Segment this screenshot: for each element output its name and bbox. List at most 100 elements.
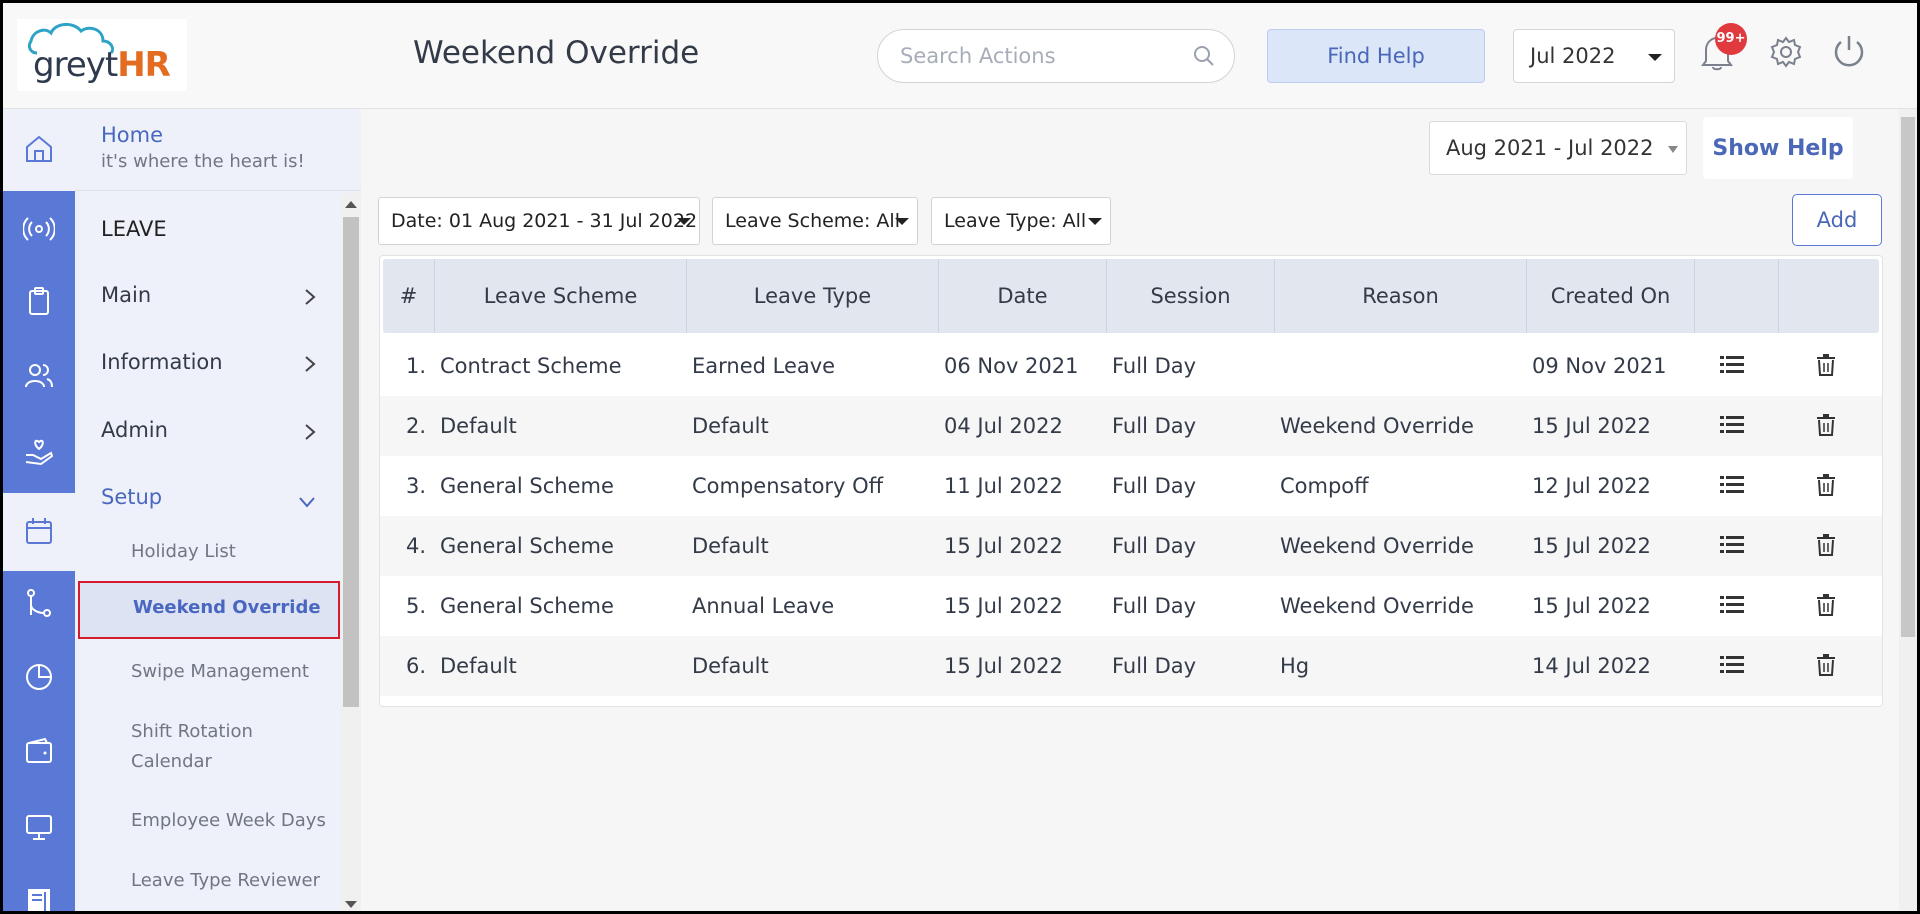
cell-leave-type: Default xyxy=(692,654,769,678)
cell-created-on: 15 Jul 2022 xyxy=(1532,534,1651,558)
clipboard-icon[interactable] xyxy=(23,285,55,317)
cell-date: 15 Jul 2022 xyxy=(944,534,1063,558)
column-header-delete xyxy=(1779,259,1879,333)
add-button[interactable]: Add xyxy=(1792,194,1882,246)
home-subtitle: it's where the heart is! xyxy=(101,151,305,172)
column-header-leave-type[interactable]: Leave Type xyxy=(687,259,939,333)
nav-item-setup[interactable]: Setup xyxy=(101,485,316,509)
power-icon[interactable] xyxy=(1831,33,1867,73)
pie-chart-icon[interactable] xyxy=(23,661,55,693)
cell-session: Full Day xyxy=(1112,534,1197,558)
chevron-down-icon xyxy=(1088,218,1102,225)
nav-item-main[interactable]: Main xyxy=(101,283,316,307)
month-select-value: Jul 2022 xyxy=(1530,44,1616,68)
cell-leave-scheme: General Scheme xyxy=(440,474,614,498)
cell-date: 11 Jul 2022 xyxy=(944,474,1063,498)
trash-icon[interactable] xyxy=(1816,654,1836,680)
notification-badge[interactable]: 99+ xyxy=(1715,23,1747,55)
column-header-session[interactable]: Session xyxy=(1107,259,1275,333)
cell-created-on: 15 Jul 2022 xyxy=(1532,414,1651,438)
column-header-number: # xyxy=(383,259,435,333)
list-details-icon[interactable] xyxy=(1720,474,1744,500)
show-help-button[interactable]: Show Help xyxy=(1703,117,1853,179)
cell-created-on: 09 Nov 2021 xyxy=(1532,354,1667,378)
table-header: # Leave Scheme Leave Type Date Session R… xyxy=(383,259,1879,333)
leave-type-filter[interactable]: Leave Type: All xyxy=(931,197,1111,245)
document-icon[interactable] xyxy=(23,883,55,911)
trash-icon[interactable] xyxy=(1816,594,1836,620)
cell-number: 4. xyxy=(405,534,426,558)
table-row: 2. Default Default 04 Jul 2022 Full Day … xyxy=(380,396,1882,456)
period-select[interactable]: Aug 2021 - Jul 2022 xyxy=(1429,121,1687,175)
search-input[interactable] xyxy=(900,44,1180,68)
sub-item-swipe-management[interactable]: Swipe Management xyxy=(131,657,331,687)
sub-item-employee-week-days[interactable]: Employee Week Days xyxy=(131,806,331,836)
chevron-down-icon xyxy=(298,489,316,513)
table-row: 1. Contract Scheme Earned Leave 06 Nov 2… xyxy=(380,336,1882,396)
gear-icon[interactable] xyxy=(1769,35,1803,73)
page-scrollbar-thumb[interactable] xyxy=(1901,117,1915,637)
chevron-down-icon xyxy=(1648,54,1662,61)
wallet-icon[interactable] xyxy=(23,735,55,767)
search-icon[interactable] xyxy=(1192,44,1216,72)
month-select[interactable]: Jul 2022 xyxy=(1513,29,1675,83)
scroll-up-icon[interactable] xyxy=(345,201,357,208)
sub-item-shift-rotation-calendar[interactable]: Shift Rotation Calendar xyxy=(131,717,281,777)
monitor-icon[interactable] xyxy=(23,811,55,843)
scroll-down-icon[interactable] xyxy=(345,901,357,908)
trash-icon[interactable] xyxy=(1816,414,1836,440)
logo-text-hr: HR xyxy=(117,45,171,85)
logo-text-greyt: greyt xyxy=(33,45,118,85)
list-details-icon[interactable] xyxy=(1720,654,1744,680)
table-row: 4. General Scheme Default 15 Jul 2022 Fu… xyxy=(380,516,1882,576)
cell-leave-type: Earned Leave xyxy=(692,354,836,378)
home-title[interactable]: Home xyxy=(101,123,163,147)
nav-item-information[interactable]: Information xyxy=(101,350,316,374)
column-header-reason[interactable]: Reason xyxy=(1275,259,1527,333)
list-details-icon[interactable] xyxy=(1720,414,1744,440)
find-help-button[interactable]: Find Help xyxy=(1267,29,1485,83)
leave-scheme-filter[interactable]: Leave Scheme: All xyxy=(712,197,918,245)
cell-session: Full Day xyxy=(1112,354,1197,378)
calendar-icon[interactable] xyxy=(23,515,55,547)
cell-created-on: 12 Jul 2022 xyxy=(1532,474,1651,498)
greythr-logo[interactable]: greytHR xyxy=(17,19,187,91)
home-link[interactable]: Home it's where the heart is! xyxy=(75,109,361,191)
cell-number: 6. xyxy=(405,654,426,678)
leave-type-filter-label: Leave Type: All xyxy=(944,210,1087,232)
period-select-value: Aug 2021 - Jul 2022 xyxy=(1446,136,1654,160)
trash-icon[interactable] xyxy=(1816,354,1836,380)
list-details-icon[interactable] xyxy=(1720,594,1744,620)
hand-heart-icon[interactable] xyxy=(23,435,55,467)
cell-leave-type: Compensatory Off xyxy=(692,474,884,498)
cell-reason: Weekend Override xyxy=(1280,414,1474,438)
sub-item-holiday-list[interactable]: Holiday List xyxy=(131,537,331,567)
git-branch-icon[interactable] xyxy=(23,587,55,619)
column-header-date[interactable]: Date xyxy=(939,259,1107,333)
trash-icon[interactable] xyxy=(1816,534,1836,560)
date-filter[interactable]: Date: 01 Aug 2021 - 31 Jul 2022 xyxy=(378,197,700,245)
home-icon[interactable] xyxy=(23,133,55,165)
nav-scrollbar-thumb[interactable] xyxy=(343,217,359,707)
search-box[interactable] xyxy=(877,29,1235,83)
column-header-leave-scheme[interactable]: Leave Scheme xyxy=(435,259,687,333)
weekend-override-table: # Leave Scheme Leave Type Date Session R… xyxy=(379,255,1883,707)
list-details-icon[interactable] xyxy=(1720,534,1744,560)
sub-item-weekend-override[interactable]: Weekend Override xyxy=(78,581,340,639)
broadcast-icon[interactable] xyxy=(22,213,56,245)
cell-date: 15 Jul 2022 xyxy=(944,594,1063,618)
table-row: 6. Default Default 15 Jul 2022 Full Day … xyxy=(380,636,1882,696)
cell-reason: Compoff xyxy=(1280,474,1369,498)
trash-icon[interactable] xyxy=(1816,474,1836,500)
nav-item-label: Main xyxy=(101,283,152,307)
leave-nav-panel: Home it's where the heart is! LEAVE Main… xyxy=(75,109,361,911)
list-details-icon[interactable] xyxy=(1720,354,1744,380)
chevron-down-icon xyxy=(1668,146,1678,153)
cell-leave-scheme: General Scheme xyxy=(440,594,614,618)
column-header-created-on[interactable]: Created On xyxy=(1527,259,1695,333)
people-icon[interactable] xyxy=(23,359,55,391)
chevron-right-icon xyxy=(304,422,316,446)
sub-item-leave-type-reviewer[interactable]: Leave Type Reviewer xyxy=(131,866,331,896)
cell-leave-scheme: General Scheme xyxy=(440,534,614,558)
nav-item-admin[interactable]: Admin xyxy=(101,418,316,442)
